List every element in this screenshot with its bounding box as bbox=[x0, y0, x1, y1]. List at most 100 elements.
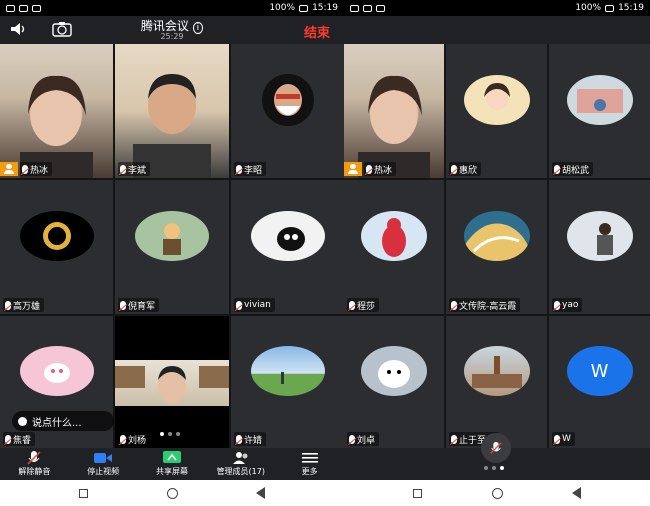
page-dot[interactable] bbox=[168, 432, 172, 436]
participant-name-tag: 焦睿 bbox=[3, 432, 36, 446]
battery-percent: 100% bbox=[269, 3, 296, 13]
participant-tile[interactable]: 刘卓 bbox=[344, 316, 444, 448]
participant-name-tag: W bbox=[552, 432, 575, 446]
participant-video bbox=[0, 44, 113, 178]
signal-icon bbox=[350, 4, 359, 12]
participant-name-tag: yao bbox=[552, 298, 583, 312]
participant-name-tag: 热冰 bbox=[20, 162, 53, 176]
participant-tile[interactable]: 刘杨 bbox=[115, 316, 229, 448]
participant-name-tag: 许婧 bbox=[234, 432, 267, 446]
chat-placeholder: 说点什么... bbox=[32, 417, 82, 429]
notification-icon bbox=[32, 4, 41, 12]
meeting-duration: 25:29 bbox=[160, 32, 184, 41]
participant-tile[interactable]: vivian bbox=[231, 180, 344, 314]
members-icon bbox=[232, 452, 248, 464]
participant-tile[interactable]: 胡松武 bbox=[549, 44, 650, 178]
muted-mic-icon bbox=[554, 434, 560, 444]
stop-video-button[interactable]: 停止视频 bbox=[73, 448, 133, 477]
participant-tile[interactable]: yao bbox=[549, 180, 650, 314]
participant-avatar bbox=[463, 75, 530, 126]
participant-avatar bbox=[463, 211, 530, 262]
clock: 15:19 bbox=[312, 3, 338, 13]
participant-tile[interactable]: 高万雄 bbox=[0, 180, 113, 314]
muted-mic-icon bbox=[366, 164, 372, 174]
participant-name-tag: 惠欣 bbox=[449, 162, 482, 176]
floating-mic-button[interactable] bbox=[481, 433, 511, 463]
muted-mic-icon bbox=[120, 434, 126, 444]
battery-icon bbox=[605, 4, 615, 12]
back-icon[interactable] bbox=[571, 487, 581, 499]
wifi-icon bbox=[19, 4, 28, 12]
home-icon[interactable] bbox=[166, 487, 178, 499]
participant-avatar bbox=[250, 211, 325, 262]
participant-name-tag: 热冰 bbox=[364, 162, 397, 176]
page-dot[interactable] bbox=[500, 466, 504, 470]
participant-avatar bbox=[261, 74, 314, 127]
page-dot[interactable] bbox=[492, 466, 496, 470]
participant-name-tag: 程莎 bbox=[347, 298, 380, 312]
muted-mic-icon bbox=[120, 164, 126, 174]
recents-icon[interactable] bbox=[78, 488, 88, 498]
participant-tile[interactable]: 李昭 bbox=[231, 44, 344, 178]
page-indicator bbox=[484, 466, 504, 470]
chat-icon bbox=[18, 416, 27, 426]
participant-avatar bbox=[463, 346, 530, 397]
participant-name-tag: 高万雄 bbox=[3, 298, 45, 312]
participant-avatar bbox=[19, 211, 94, 262]
android-nav-bar bbox=[0, 480, 344, 506]
participant-tile[interactable]: 李斌 bbox=[115, 44, 229, 178]
host-badge-icon bbox=[344, 162, 362, 176]
muted-mic-icon bbox=[236, 434, 242, 444]
participant-tile[interactable]: 倪育军 bbox=[115, 180, 229, 314]
participant-tile[interactable]: 文传院-高云霞 bbox=[446, 180, 547, 314]
left-phone-screen: 100% 15:19 腾讯会议 i 25:29 结束 热冰 李斌 李昭 高万雄 … bbox=[0, 0, 344, 480]
participant-tile[interactable]: 程莎 bbox=[344, 180, 444, 314]
chat-input[interactable]: 说点什么... bbox=[12, 411, 114, 431]
muted-mic-icon bbox=[27, 451, 41, 465]
participant-tile[interactable]: 热冰 bbox=[0, 44, 113, 178]
share-screen-button[interactable]: 共享屏幕 bbox=[142, 448, 202, 477]
participant-name-tag: 刘卓 bbox=[347, 432, 380, 446]
more-menu-icon bbox=[301, 453, 318, 463]
share-screen-icon bbox=[162, 451, 181, 463]
muted-mic-icon bbox=[554, 300, 560, 310]
participant-tile[interactable]: W W bbox=[549, 316, 650, 448]
participant-grid: 热冰 李斌 李昭 高万雄 倪育军 vivian 焦睿 刘杨 许婧 bbox=[0, 44, 344, 448]
page-dot[interactable] bbox=[160, 432, 164, 436]
participant-video bbox=[115, 360, 229, 406]
manage-members-button[interactable]: 管理成员(17) bbox=[211, 448, 271, 477]
participant-tile[interactable]: 许婧 bbox=[231, 316, 344, 448]
muted-mic-icon bbox=[451, 300, 457, 310]
back-icon[interactable] bbox=[256, 487, 266, 499]
participant-name-tag: 倪育军 bbox=[118, 298, 160, 312]
participant-tile[interactable]: 止于至善 bbox=[446, 316, 547, 448]
host-badge-icon bbox=[0, 162, 18, 176]
muted-mic-icon bbox=[490, 441, 502, 454]
participant-name-tag: vivian bbox=[234, 298, 275, 312]
muted-mic-icon bbox=[5, 434, 11, 444]
end-meeting-button[interactable]: 结束 bbox=[304, 22, 330, 41]
battery-icon bbox=[299, 4, 309, 12]
muted-mic-icon bbox=[451, 434, 457, 444]
muted-mic-icon bbox=[120, 300, 126, 310]
muted-mic-icon bbox=[349, 434, 355, 444]
participant-video bbox=[115, 44, 229, 178]
muted-mic-icon bbox=[236, 300, 242, 310]
page-dot[interactable] bbox=[484, 466, 488, 470]
participant-tile[interactable]: 热冰 bbox=[344, 44, 444, 178]
muted-mic-icon bbox=[554, 164, 560, 174]
right-phone-screen: 100% 15:19 热冰 惠欣 胡松武 程莎 文传院-高云霞 yao 刘卓 止… bbox=[344, 0, 650, 480]
more-button[interactable]: 更多 bbox=[280, 448, 340, 477]
video-camera-icon bbox=[94, 453, 113, 463]
participant-name-tag: 胡松武 bbox=[552, 162, 594, 176]
clock: 15:19 bbox=[618, 3, 644, 13]
home-icon[interactable] bbox=[491, 487, 503, 499]
page-dot[interactable] bbox=[176, 432, 180, 436]
participant-name-tag: 文传院-高云霞 bbox=[449, 298, 521, 312]
participant-tile[interactable]: 惠欣 bbox=[446, 44, 547, 178]
signal-icon bbox=[6, 4, 15, 12]
recents-icon[interactable] bbox=[413, 488, 423, 498]
unmute-button[interactable]: 解除静音 bbox=[4, 448, 64, 477]
status-bar: 100% 15:19 bbox=[0, 0, 344, 16]
muted-mic-icon bbox=[22, 164, 28, 174]
